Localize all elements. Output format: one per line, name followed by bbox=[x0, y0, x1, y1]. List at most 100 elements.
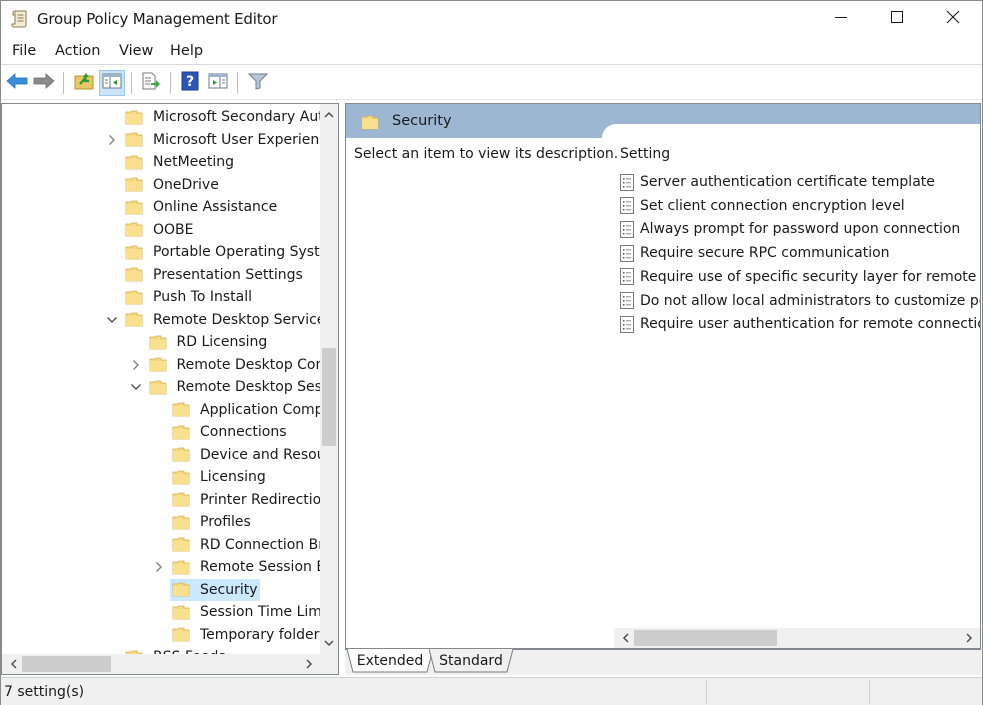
tree-item-label: Remote Desktop Services bbox=[153, 311, 320, 328]
tree-item[interactable]: Remote Desktop Sessi bbox=[129, 376, 321, 398]
scroll-right-arrow[interactable] bbox=[960, 628, 978, 648]
export-list-button[interactable] bbox=[138, 70, 164, 96]
setting-label: Always prompt for password upon connecti… bbox=[640, 221, 961, 238]
menu-view[interactable]: View bbox=[119, 43, 153, 59]
menu-action[interactable]: Action bbox=[55, 43, 100, 59]
tree-item[interactable]: Remote Desktop Conı bbox=[129, 354, 321, 376]
setting-label: Require secure RPC communication bbox=[640, 245, 890, 262]
settings-list[interactable]: Setting Server authentication certificat… bbox=[612, 138, 980, 628]
tree-item[interactable]: OOBE bbox=[105, 219, 196, 241]
close-icon bbox=[946, 10, 960, 28]
tree-item[interactable]: Push To Install bbox=[105, 286, 254, 308]
chevron-right-icon[interactable] bbox=[129, 358, 143, 372]
scroll-left-arrow[interactable] bbox=[616, 628, 634, 648]
show-hide-console-tree-button[interactable] bbox=[99, 70, 125, 96]
up-one-level-button[interactable] bbox=[71, 70, 97, 96]
tree-item[interactable]: Licensing bbox=[152, 466, 268, 488]
scroll-right-arrow[interactable] bbox=[300, 654, 318, 674]
tree-item[interactable]: Presentation Settings bbox=[105, 264, 305, 286]
tab-standard[interactable]: Standard bbox=[429, 649, 513, 673]
tree-vertical-scrollbar[interactable] bbox=[320, 104, 338, 654]
tree-item[interactable]: RSS Feeds bbox=[105, 646, 228, 654]
setting-label: Require use of specific security layer f… bbox=[640, 268, 980, 285]
tree-item[interactable]: Application Comp bbox=[152, 399, 320, 421]
tree-item[interactable]: Device and Resou bbox=[152, 444, 320, 466]
setting-row[interactable]: Always prompt for password upon connecti… bbox=[620, 218, 960, 240]
tree-hscroll-thumb[interactable] bbox=[22, 656, 111, 672]
show-hide-action-pane-button[interactable] bbox=[205, 70, 231, 96]
setting-row[interactable]: Server authentication certificate templa… bbox=[620, 171, 935, 193]
tree-item[interactable]: Microsoft Secondary Autl bbox=[105, 106, 320, 128]
maximize-icon bbox=[890, 10, 904, 28]
tree-content: Microsoft Secondary Autl Microsoft User E… bbox=[2, 104, 320, 654]
forward-button[interactable] bbox=[31, 70, 57, 96]
scroll-up-arrow[interactable] bbox=[320, 106, 338, 123]
tree-item[interactable]: Profiles bbox=[152, 511, 253, 533]
chevron-down-icon[interactable] bbox=[105, 313, 119, 327]
tree-item[interactable]: Portable Operating Syster bbox=[105, 241, 320, 263]
console-tree[interactable]: Microsoft Secondary Autl Microsoft User E… bbox=[1, 103, 339, 675]
scroll-down-arrow[interactable] bbox=[320, 635, 338, 652]
tree-item[interactable]: Temporary folders bbox=[152, 624, 320, 646]
tree-item[interactable]: Remote Desktop Services bbox=[105, 309, 320, 331]
menu-help[interactable]: Help bbox=[170, 43, 203, 59]
folder-icon bbox=[172, 560, 190, 575]
tree-item[interactable]: Security bbox=[152, 578, 260, 601]
setting-row[interactable]: Set client connection encryption level bbox=[620, 195, 905, 217]
tree-item[interactable]: Printer Redirection bbox=[152, 489, 320, 511]
tree-item-label: Remote Desktop Conı bbox=[176, 356, 321, 373]
help-button[interactable]: ? bbox=[177, 70, 203, 96]
tree-item[interactable]: Session Time Limi bbox=[152, 601, 320, 623]
maximize-button[interactable] bbox=[869, 1, 925, 37]
tree-item[interactable]: Remote Session Er bbox=[152, 556, 320, 578]
details-hscroll-thumb[interactable] bbox=[634, 630, 778, 646]
folder-icon bbox=[172, 402, 190, 417]
policy-setting-icon bbox=[620, 173, 634, 191]
setting-row[interactable]: Require use of specific security layer f… bbox=[620, 266, 980, 288]
tab-extended[interactable]: Extended bbox=[347, 649, 433, 673]
back-button[interactable] bbox=[4, 70, 30, 96]
tree-item[interactable]: Microsoft User Experience bbox=[105, 129, 320, 151]
column-header-setting[interactable]: Setting bbox=[620, 146, 670, 162]
folder-icon bbox=[172, 515, 190, 530]
tree-vscroll-thumb[interactable] bbox=[322, 348, 336, 446]
tree-item[interactable]: Online Assistance bbox=[105, 196, 279, 218]
filter-button[interactable] bbox=[245, 70, 271, 96]
tab-extended-label: Extended bbox=[356, 653, 424, 669]
status-divider bbox=[869, 680, 870, 704]
scrollbar-corner bbox=[320, 654, 338, 674]
folder-icon bbox=[361, 115, 379, 130]
chevron-down-icon[interactable] bbox=[129, 380, 143, 394]
folder-icon bbox=[125, 155, 143, 170]
scroll-left-arrow[interactable] bbox=[4, 654, 22, 674]
tree-item[interactable]: OneDrive bbox=[105, 174, 221, 196]
chevron-right-icon[interactable] bbox=[152, 560, 166, 574]
folder-icon bbox=[125, 177, 143, 192]
setting-row[interactable]: Require user authentication for remote c… bbox=[620, 313, 980, 335]
details-horizontal-scrollbar[interactable] bbox=[614, 628, 980, 648]
setting-row[interactable]: Do not allow local administrators to cus… bbox=[620, 290, 980, 312]
chevron-right-icon[interactable] bbox=[105, 133, 119, 147]
tree-item[interactable]: RD Connection Br bbox=[152, 534, 320, 556]
minimize-button[interactable] bbox=[813, 1, 869, 37]
tree-item[interactable]: NetMeeting bbox=[105, 151, 236, 173]
tree-horizontal-scrollbar[interactable] bbox=[2, 654, 320, 674]
close-button[interactable] bbox=[925, 1, 981, 37]
action-pane-icon bbox=[208, 73, 228, 93]
tree-item-label: Presentation Settings bbox=[153, 266, 303, 283]
menu-file[interactable]: File bbox=[12, 43, 36, 59]
folder-icon bbox=[125, 312, 143, 327]
folder-icon bbox=[125, 110, 143, 125]
tree-item[interactable]: Connections bbox=[152, 421, 289, 443]
setting-row[interactable]: Require secure RPC communication bbox=[620, 242, 890, 264]
tree-item[interactable]: RD Licensing bbox=[129, 331, 270, 353]
folder-icon bbox=[125, 222, 143, 237]
folder-icon bbox=[172, 470, 190, 485]
tree-item-label: Remote Desktop Sessi bbox=[176, 379, 321, 395]
